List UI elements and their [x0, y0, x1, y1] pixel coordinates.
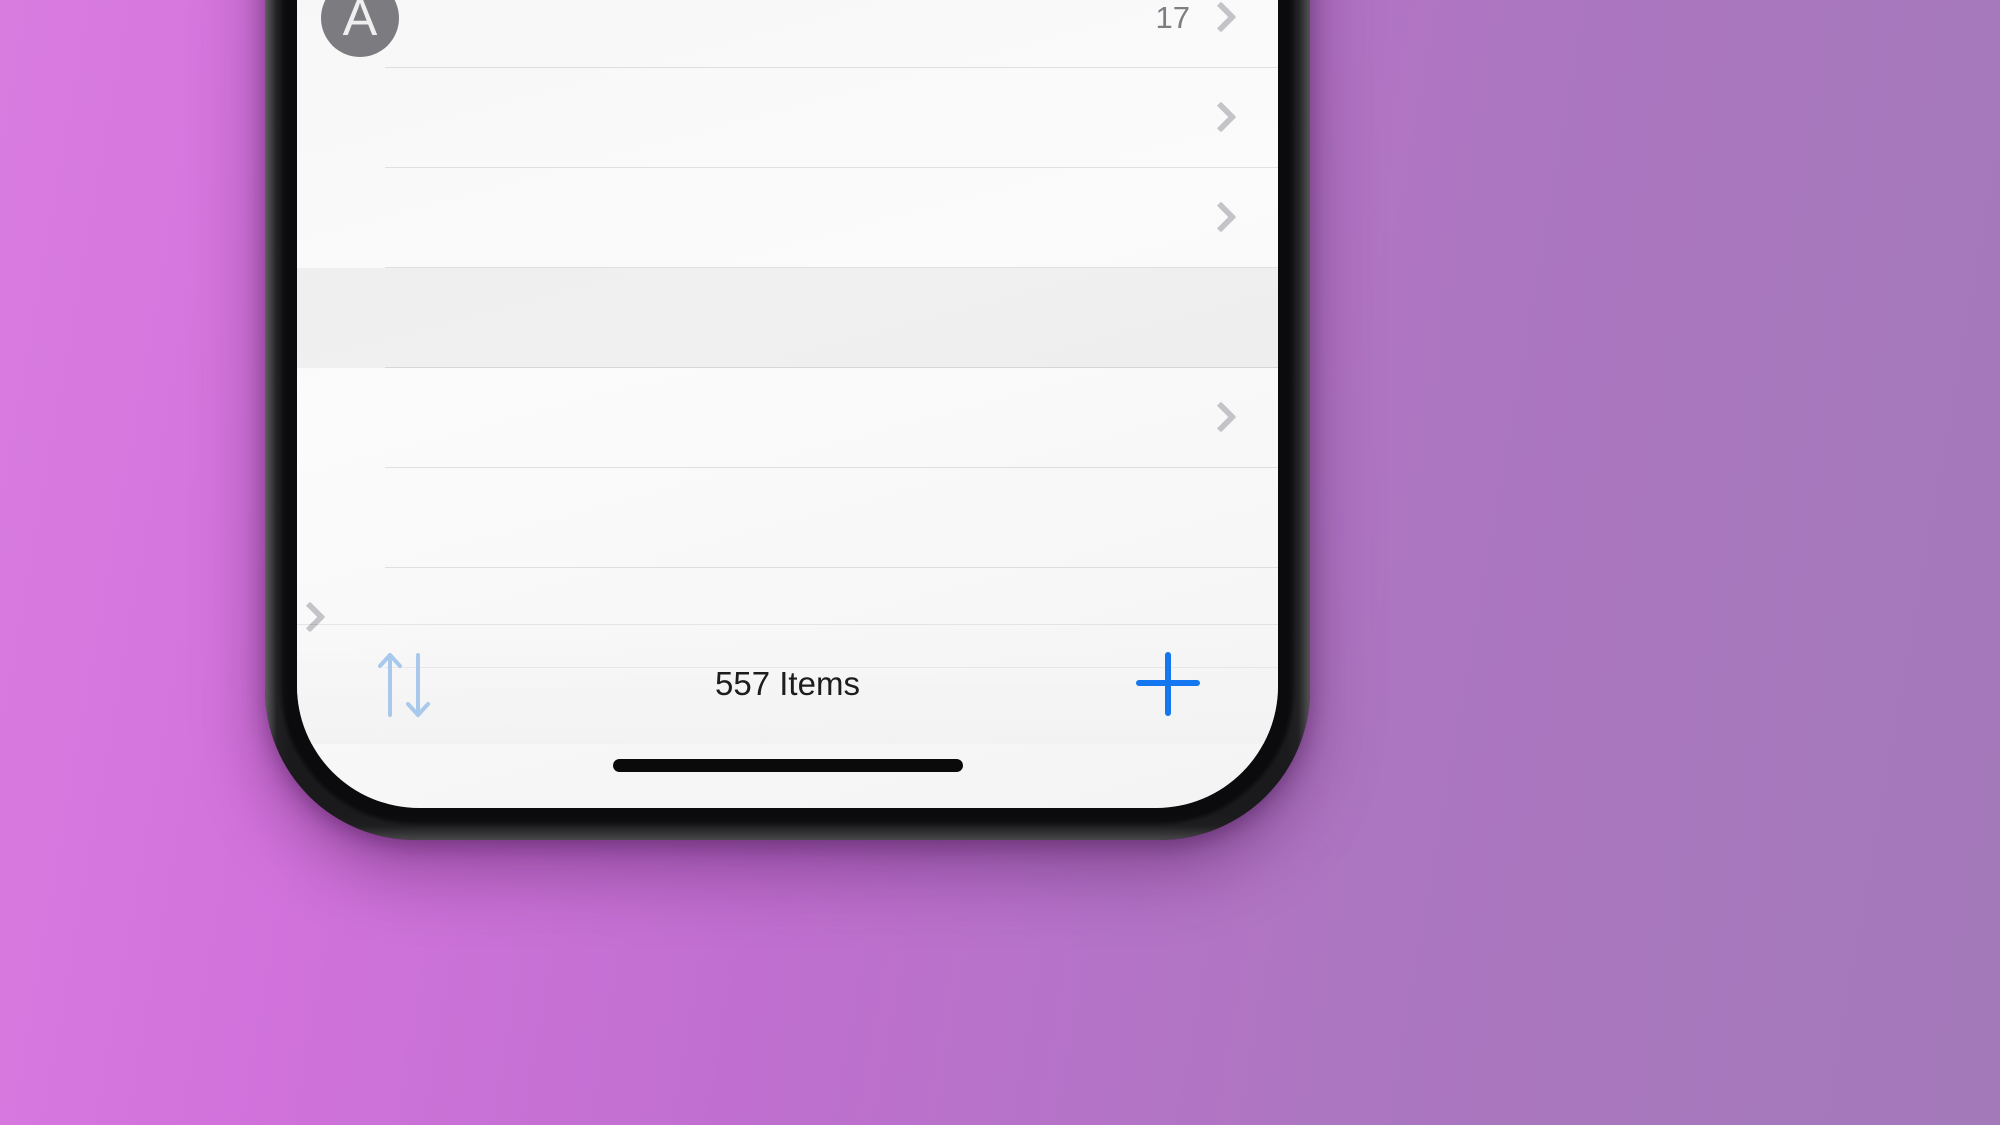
- chevron-right-icon: [1208, 399, 1230, 437]
- table-row[interactable]: [297, 368, 1278, 468]
- item-count-label: 557 Items: [715, 665, 860, 702]
- bottom-toolbar: 557 Items: [297, 624, 1278, 744]
- home-indicator: [612, 759, 963, 772]
- row-text: [421, 16, 1156, 20]
- table-row[interactable]: [297, 168, 1278, 268]
- chevron-right-icon: [1208, 99, 1230, 137]
- table-row[interactable]: [297, 268, 1278, 368]
- chevron-right-icon: [1208, 0, 1230, 37]
- table-row[interactable]: [297, 68, 1278, 168]
- row-count: 17: [1155, 0, 1190, 35]
- chevron-right-icon: [1208, 199, 1230, 237]
- contacts-list[interactable]: A 17: [297, 0, 1278, 680]
- phone-screen: A 17 557 Items: [297, 0, 1278, 808]
- plus-icon[interactable]: [1136, 652, 1200, 716]
- table-row[interactable]: [297, 468, 1278, 568]
- avatar: A: [321, 0, 399, 57]
- table-row[interactable]: A 17: [297, 0, 1278, 68]
- phone-device: A 17 557 Items: [265, 0, 1310, 840]
